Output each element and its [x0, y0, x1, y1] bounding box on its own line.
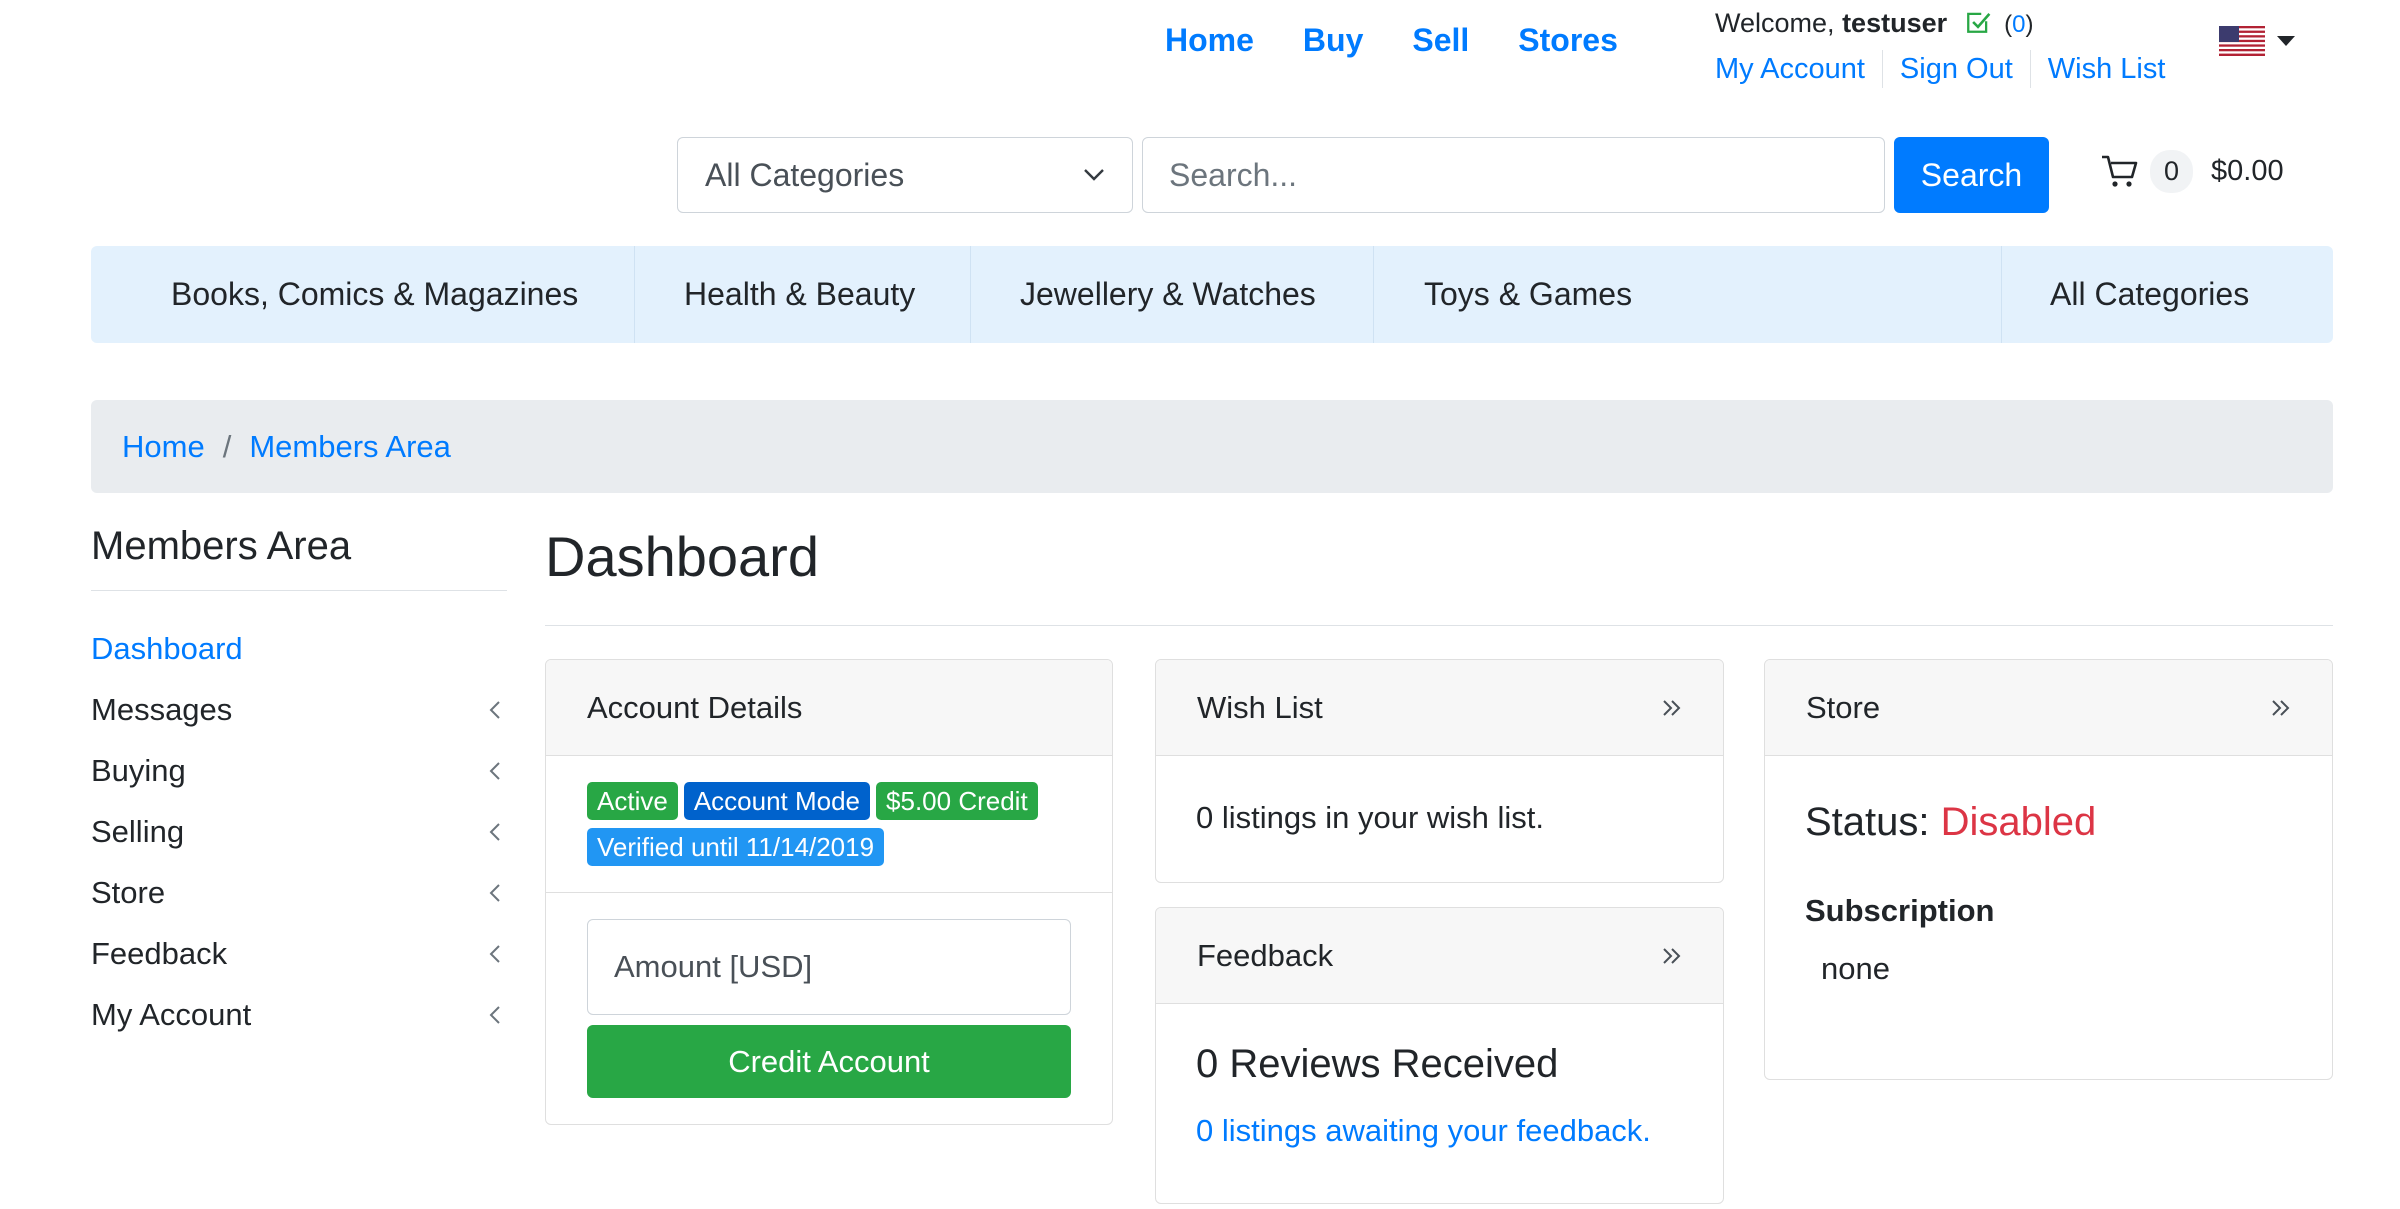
card-header: Wish List: [1156, 660, 1723, 756]
sidebar-title: Members Area: [91, 524, 352, 568]
category-all[interactable]: All Categories: [2050, 246, 2249, 343]
chevron-down-icon: [2277, 36, 2295, 46]
breadcrumb-separator: /: [222, 428, 232, 464]
sidebar-item-label: Dashboard: [91, 630, 243, 666]
breadcrumb-members-area[interactable]: Members Area: [249, 429, 451, 465]
wish-list-count: 0 listings in your wish list.: [1196, 800, 1545, 835]
card-header: Account Details: [546, 660, 1112, 756]
wish-list-link[interactable]: Wish List: [2029, 50, 2183, 88]
sidebar-item-store[interactable]: Store: [91, 862, 501, 923]
status-badge: Active: [587, 782, 678, 820]
sidebar-item-label: Messages: [91, 691, 233, 727]
subscription-label: Subscription: [1805, 893, 1995, 928]
search-input[interactable]: [1142, 137, 1885, 213]
double-chevron-right-icon[interactable]: [1661, 698, 1683, 718]
my-account-link[interactable]: My Account: [1715, 50, 1882, 88]
sidebar-item-selling[interactable]: Selling: [91, 801, 501, 862]
chevron-left-icon: [489, 700, 500, 719]
reviews-received: 0 Reviews Received: [1196, 1042, 1559, 1086]
nav-buy[interactable]: Buy: [1303, 22, 1363, 59]
cart-count: 0: [2150, 150, 2194, 193]
category-health[interactable]: Health & Beauty: [684, 246, 915, 343]
account-badges: Active Account Mode $5.00 Credit Verifie…: [546, 756, 1112, 874]
messages-check-icon[interactable]: [1965, 9, 1991, 35]
category-select[interactable]: All Categories: [677, 137, 1133, 213]
card-title: Account Details: [587, 689, 803, 725]
nav-stores[interactable]: Stores: [1518, 22, 1618, 59]
category-divider: [970, 246, 971, 343]
sidebar-item-messages[interactable]: Messages: [91, 679, 501, 740]
welcome-text: Welcome,: [1715, 8, 1835, 38]
sidebar-item-label: My Account: [91, 996, 252, 1032]
sign-out-link[interactable]: Sign Out: [1881, 50, 2030, 88]
breadcrumb-home[interactable]: Home: [122, 429, 205, 465]
nav-sell[interactable]: Sell: [1412, 22, 1469, 59]
category-divider: [2001, 246, 2002, 343]
chevron-left-icon: [489, 822, 500, 841]
status-label: Status:: [1805, 800, 1930, 844]
subscription-value: none: [1821, 951, 1890, 986]
welcome-line: Welcome, testuser (0): [1715, 8, 2034, 39]
category-jewellery[interactable]: Jewellery & Watches: [1020, 246, 1316, 343]
account-mode-badge: Account Mode: [683, 782, 871, 820]
card-header: Feedback: [1156, 908, 1723, 1004]
sidebar-item-buying[interactable]: Buying: [91, 740, 501, 801]
cart-icon: [2102, 155, 2138, 187]
category-select-value: All Categories: [705, 156, 905, 193]
sidebar-item-label: Selling: [91, 813, 185, 849]
category-toys[interactable]: Toys & Games: [1424, 246, 1632, 343]
sidebar-item-label: Buying: [91, 752, 186, 788]
feedback-card: Feedback 0 Reviews Received 0 listings a…: [1155, 907, 1724, 1204]
card-title: Feedback: [1197, 937, 1334, 973]
breadcrumb: Home / Members Area: [91, 400, 2333, 493]
credit-account-button[interactable]: Credit Account: [587, 1025, 1071, 1098]
us-flag-icon: [2219, 26, 2265, 56]
sidebar-item-label: Feedback: [91, 935, 228, 971]
sidebar-item-dashboard[interactable]: Dashboard: [91, 618, 501, 679]
category-bar: Books, Comics & Magazines Health & Beaut…: [91, 246, 2333, 343]
double-chevron-right-icon[interactable]: [1661, 946, 1683, 966]
card-divider: [546, 892, 1112, 893]
title-divider: [545, 625, 2333, 626]
nav-home[interactable]: Home: [1165, 22, 1254, 59]
category-books[interactable]: Books, Comics & Magazines: [171, 246, 578, 343]
sidebar-item-my-account[interactable]: My Account: [91, 984, 501, 1045]
chevron-left-icon: [489, 761, 500, 780]
username: testuser: [1842, 8, 1948, 38]
card-header: Store: [1765, 660, 2332, 756]
sidebar-item-label: Store: [91, 874, 166, 910]
card-title: Store: [1806, 689, 1881, 725]
store-card: Store Status: Disabled Subscription none: [1764, 659, 2333, 1080]
message-count[interactable]: (0): [2004, 11, 2033, 38]
awaiting-feedback-link[interactable]: 0 listings awaiting your feedback.: [1156, 1113, 1723, 1149]
verified-badge: Verified until 11/14/2019: [587, 828, 885, 866]
page-title: Dashboard: [545, 525, 819, 588]
main-nav: Home Buy Sell Stores: [1165, 22, 1667, 59]
card-title: Wish List: [1197, 689, 1323, 725]
cart-total: $0.00: [2211, 155, 2284, 187]
search-button[interactable]: Search: [1894, 137, 2049, 213]
account-details-card: Account Details Active Account Mode $5.0…: [545, 659, 1113, 1125]
chevron-left-icon: [489, 944, 500, 963]
amount-input[interactable]: [587, 919, 1071, 1015]
wish-list-card: Wish List 0 listings in your wish list.: [1155, 659, 1724, 883]
category-divider: [1373, 246, 1374, 343]
account-links: My Account Sign Out Wish List: [1715, 50, 2182, 88]
sidebar-divider: [91, 590, 507, 591]
sidebar-menu: Dashboard Messages Buying Selling Store …: [91, 618, 501, 1045]
status-value: Disabled: [1940, 800, 2097, 844]
chevron-left-icon: [489, 883, 500, 902]
credit-badge: $5.00 Credit: [876, 782, 1038, 820]
category-divider: [634, 246, 635, 343]
chevron-left-icon: [489, 1005, 500, 1024]
double-chevron-right-icon[interactable]: [2270, 698, 2292, 718]
sidebar-item-feedback[interactable]: Feedback: [91, 923, 501, 984]
locale-selector[interactable]: [2219, 26, 2295, 56]
store-status: Status: Disabled: [1765, 800, 2332, 845]
chevron-down-icon: [1084, 169, 1104, 181]
cart[interactable]: 0 $0.00: [2100, 150, 2284, 193]
